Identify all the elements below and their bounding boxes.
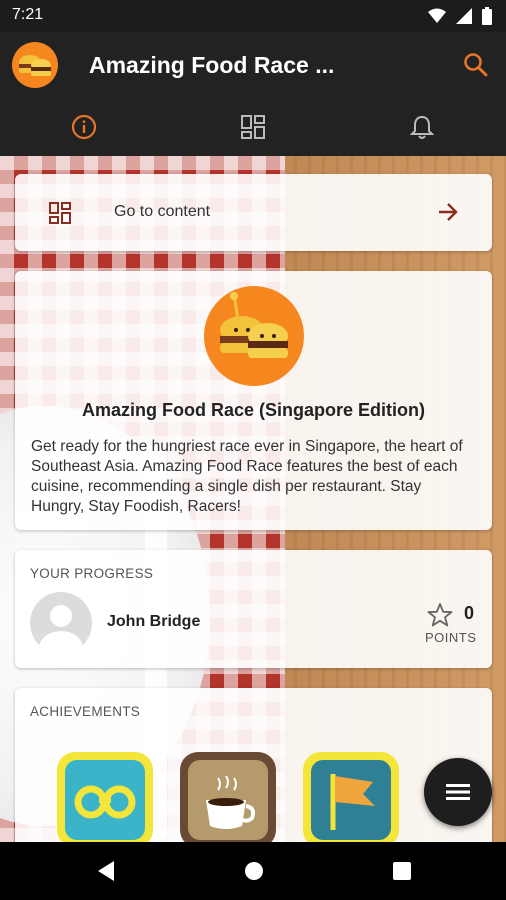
- game-description: Get ready for the hungriest race ever in…: [31, 438, 463, 515]
- status-bar: 7:21: [0, 0, 506, 32]
- star-icon: [427, 603, 453, 627]
- game-info-card: Amazing Food Race (Singapore Edition) Ge…: [15, 271, 492, 530]
- status-time: 7:21: [12, 6, 44, 23]
- coffee-badge-icon[interactable]: [180, 752, 276, 842]
- app-bar: Amazing Food Race ...: [0, 32, 506, 98]
- battery-icon: [482, 7, 492, 25]
- signal-icon: [456, 8, 472, 24]
- flag-badge-icon[interactable]: [303, 752, 399, 842]
- wifi-icon: [428, 8, 446, 23]
- progress-section-label: YOUR PROGRESS: [30, 566, 154, 581]
- go-to-content-label: Go to content: [114, 203, 211, 220]
- progress-card[interactable]: YOUR PROGRESS John Bridge 0 POINTS: [15, 550, 492, 668]
- burger-logo-icon: [204, 286, 304, 386]
- avatar: [30, 592, 92, 654]
- info-icon: [72, 114, 97, 140]
- tab-content[interactable]: [169, 98, 338, 156]
- search-icon: [464, 53, 488, 77]
- bell-icon: [409, 115, 434, 139]
- home-icon[interactable]: [242, 859, 266, 883]
- points-value: 0: [464, 603, 475, 623]
- menu-icon: [446, 784, 470, 800]
- tab-bar: [0, 98, 506, 156]
- go-to-content-card[interactable]: Go to content: [15, 174, 492, 251]
- main-content[interactable]: Go to content Amazing Food Race (Singapo…: [0, 156, 506, 842]
- user-name: John Bridge: [107, 613, 201, 630]
- points-label: POINTS: [425, 630, 477, 645]
- back-icon[interactable]: [94, 859, 118, 883]
- arrow-right-icon: [439, 203, 458, 221]
- game-title: Amazing Food Race (Singapore Edition): [81, 400, 425, 420]
- menu-fab-button[interactable]: [424, 758, 492, 826]
- burger-logo-icon: [12, 42, 58, 88]
- app-title: Amazing Food Race ...: [89, 52, 335, 78]
- tab-info[interactable]: [0, 98, 169, 156]
- search-button[interactable]: [462, 51, 490, 79]
- grid-icon: [241, 115, 265, 139]
- recents-icon[interactable]: [390, 859, 414, 883]
- binoculars-badge-icon[interactable]: [57, 752, 153, 842]
- achievements-card: ACHIEVEMENTS: [15, 688, 492, 842]
- tab-notifications[interactable]: [337, 98, 506, 156]
- system-nav-bar: [0, 842, 506, 900]
- achievements-section-label: ACHIEVEMENTS: [30, 704, 141, 719]
- grid-icon: [49, 202, 71, 224]
